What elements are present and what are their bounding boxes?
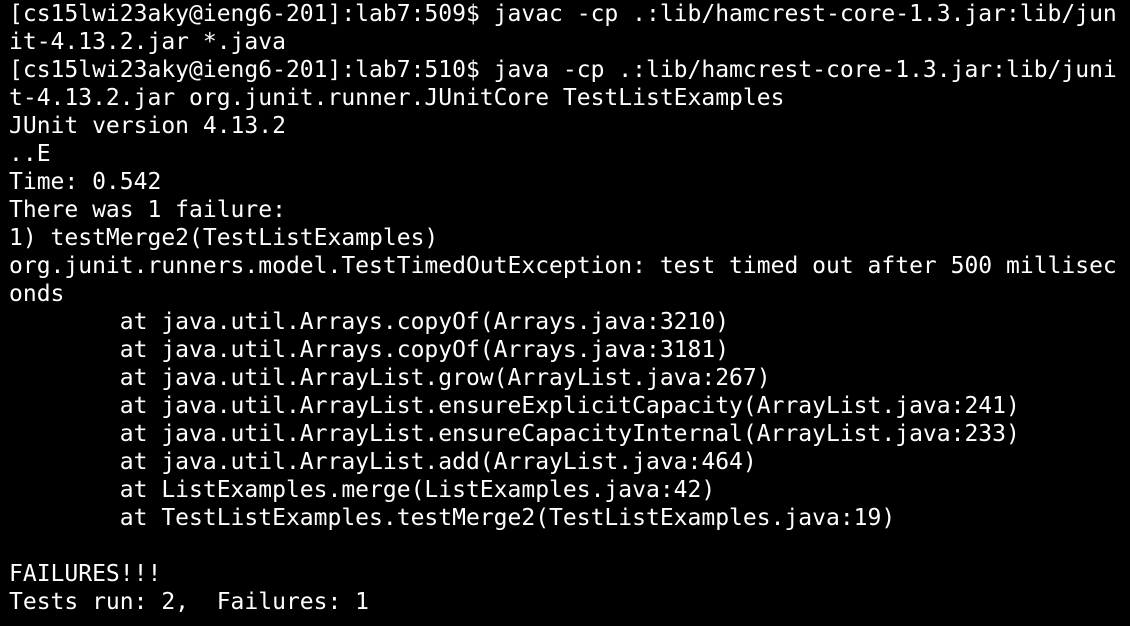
terminal-line-java-wrap: t-4.13.2.jar org.junit.runner.JUnitCore …	[9, 85, 785, 111]
terminal-line-time: Time: 0.542	[9, 169, 162, 195]
terminal-line-javac-wrap: it-4.13.2.jar *.java	[9, 29, 286, 55]
stack-frame: at ListExamples.merge(ListExamples.java:…	[9, 477, 716, 503]
terminal-line-exception: org.junit.runners.model.TestTimedOutExce…	[9, 253, 1117, 279]
terminal-line-prompt-java: [cs15lwi23aky@ieng6-201]:lab7:510$ java …	[9, 57, 1117, 83]
terminal-line-failures-banner: FAILURES!!!	[9, 561, 162, 587]
terminal-line-junit-version: JUnit version 4.13.2	[9, 113, 286, 139]
stack-frame: at java.util.ArrayList.grow(ArrayList.ja…	[9, 365, 771, 391]
terminal-line-failure-count: There was 1 failure:	[9, 197, 286, 223]
stack-frame: at java.util.ArrayList.ensureCapacityInt…	[9, 421, 1020, 447]
stack-frame: at java.util.Arrays.copyOf(Arrays.java:3…	[9, 337, 730, 363]
stack-frame: at TestListExamples.testMerge2(TestListE…	[9, 505, 896, 531]
stack-frame: at java.util.ArrayList.ensureExplicitCap…	[9, 393, 1020, 419]
stack-frame: at java.util.Arrays.copyOf(Arrays.java:3…	[9, 309, 730, 335]
terminal-line-summary: Tests run: 2, Failures: 1	[9, 589, 370, 615]
stack-frame: at java.util.ArrayList.add(ArrayList.jav…	[9, 449, 757, 475]
terminal-output[interactable]: [cs15lwi23aky@ieng6-201]:lab7:509$ javac…	[0, 0, 1130, 626]
terminal-line-failure-name: 1) testMerge2(TestListExamples)	[9, 225, 439, 251]
terminal-line-exception-wrap: onds	[9, 281, 65, 307]
terminal-line-prompt-javac: [cs15lwi23aky@ieng6-201]:lab7:509$ javac…	[9, 1, 1117, 27]
terminal-line-progress: ..E	[9, 141, 51, 167]
